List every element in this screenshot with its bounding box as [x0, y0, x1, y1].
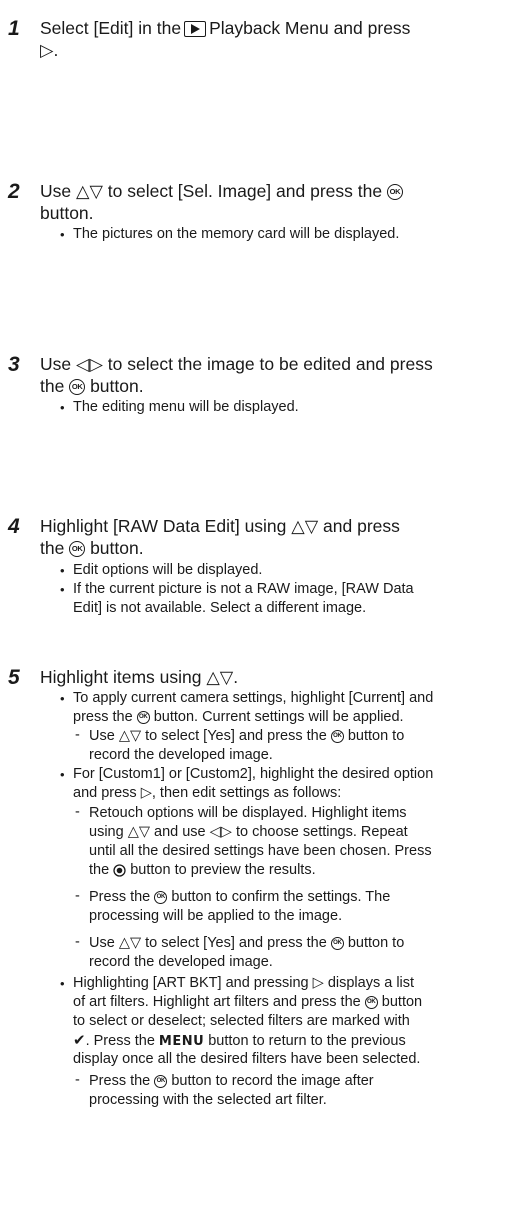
bullet-icon: •: [60, 691, 65, 706]
sub-item-text: processing will be applied to the image.: [89, 908, 343, 924]
sub-item-text: the button to preview the results.: [89, 862, 316, 878]
menu-button-label: MENU: [158, 1034, 205, 1049]
sub-item-text: Use △▽ to select [Yes] and press the OK …: [89, 728, 405, 744]
step-text-line: the OK button.: [40, 538, 144, 558]
bullet-icon: •: [60, 227, 65, 242]
step-number: 5: [8, 666, 20, 689]
target-button-icon: [113, 864, 126, 877]
step-number: 1: [8, 17, 20, 40]
bullet-text: ✔. Press the MENU button to return to th…: [73, 1032, 406, 1049]
sub-item-text: using △▽ and use ◁▷ to choose settings. …: [89, 824, 408, 840]
bullet-text: display once all the desired filters hav…: [73, 1051, 421, 1067]
dash-icon: -: [75, 934, 80, 950]
step-text-line: Use ◁▷ to select the image to be edited …: [40, 354, 433, 374]
playback-icon: [184, 21, 207, 38]
step-text-line: the OK button.: [40, 376, 144, 396]
ok-button-icon: OK: [69, 379, 86, 396]
bullet-text: Edit options will be displayed.: [73, 562, 263, 578]
sub-item-text: processing with the selected art filter.: [89, 1092, 327, 1108]
bullet-text: The editing menu will be displayed.: [73, 399, 299, 415]
step-text-line: Highlight [RAW Data Edit] using △▽ and p…: [40, 516, 400, 536]
step-number: 3: [8, 353, 20, 376]
dash-icon: -: [75, 804, 80, 820]
bullet-icon: •: [60, 767, 65, 782]
step-text-line: Select [Edit] in the Playback Menu and pr…: [40, 18, 411, 38]
step-number: 2: [8, 180, 20, 203]
bullet-text: press the OK button. Current settings wi…: [73, 709, 404, 725]
step-number: 4: [8, 515, 20, 538]
sub-item-text: Retouch options will be displayed. Highl…: [89, 805, 407, 821]
step-text-line: Highlight items using △▽.: [40, 667, 239, 687]
checkmark-icon: ✔: [73, 1032, 86, 1049]
dash-icon: -: [75, 1072, 80, 1088]
ok-button-icon: OK: [386, 184, 403, 201]
step-text-line: ▷.: [40, 40, 59, 60]
ok-button-icon: OK: [364, 995, 378, 1009]
step-text-line: Use △▽ to select [Sel. Image] and press …: [40, 180, 505, 202]
sub-item-text: record the developed image.: [89, 954, 273, 970]
sub-item-text: Press the OK button to record the image …: [89, 1073, 374, 1089]
bullet-icon: •: [60, 582, 65, 597]
bullet-text: For [Custom1] or [Custom2], highlight th…: [73, 766, 434, 782]
bullet-text: to select or deselect; selected filters …: [73, 1013, 410, 1029]
bullet-text: Edit] is not available. Select a differe…: [73, 600, 367, 616]
ok-button-icon: OK: [136, 710, 150, 724]
ok-button-icon: OK: [69, 541, 86, 558]
sub-item-text: until all the desired settings have been…: [89, 843, 432, 859]
bullet-icon: •: [60, 563, 65, 578]
sub-item-text: Press the OK button to confirm the setti…: [89, 889, 391, 905]
bullet-text: of art filters. Highlight art filters an…: [73, 994, 423, 1010]
bullet-icon: •: [60, 976, 65, 991]
dash-icon: -: [75, 888, 80, 904]
bullet-text: If the current picture is not a RAW imag…: [73, 581, 414, 597]
ok-button-icon: OK: [154, 1074, 168, 1088]
ok-button-icon: OK: [330, 936, 344, 950]
bullet-text: and press ▷, then edit settings as follo…: [73, 785, 342, 801]
ok-button-icon: OK: [154, 890, 168, 904]
bullet-text: The pictures on the memory card will be …: [73, 226, 400, 242]
sub-item-text: record the developed image.: [89, 747, 273, 763]
ok-button-icon: OK: [330, 729, 344, 743]
bullet-text: To apply current camera settings, highli…: [73, 690, 434, 706]
bullet-text: Highlighting [ART BKT] and pressing ▷ di…: [73, 975, 415, 991]
dash-icon: -: [75, 727, 80, 743]
bullet-icon: •: [60, 400, 65, 415]
sub-item-text: Use △▽ to select [Yes] and press the OK …: [89, 935, 405, 951]
step-text-line: button.: [40, 203, 94, 223]
